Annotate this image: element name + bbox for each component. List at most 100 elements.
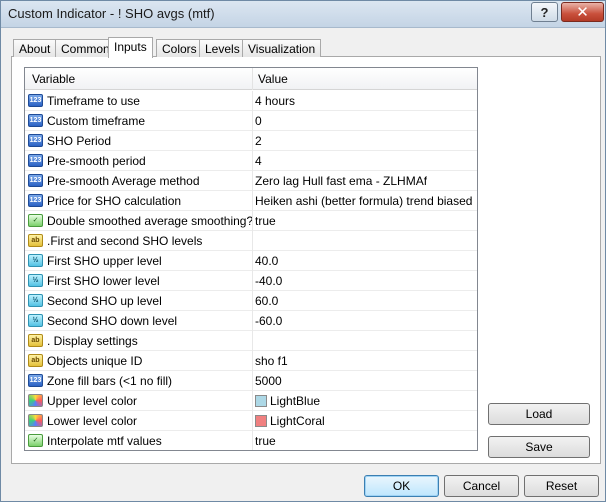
table-row[interactable]: 123 SHO Period 2: [25, 131, 477, 151]
variable-value[interactable]: -40.0: [255, 274, 282, 288]
table-row[interactable]: Lower level color LightCoral: [25, 411, 477, 431]
variable-name: Pre-smooth Average method: [47, 174, 200, 188]
integer-type-icon: 123: [28, 374, 43, 387]
cell-divider: [252, 331, 253, 351]
color-value-label: LightCoral: [270, 414, 325, 428]
cell-divider: [252, 151, 253, 171]
tab-visualization[interactable]: Visualization: [242, 39, 322, 57]
variable-value[interactable]: 60.0: [255, 294, 278, 308]
variable-name: First SHO lower level: [47, 274, 160, 288]
cell-divider: [252, 431, 253, 450]
variable-name: First SHO upper level: [47, 254, 162, 268]
table-row[interactable]: 123 Price for SHO calculation Heiken ashi …: [25, 191, 477, 211]
cell-divider: [252, 231, 253, 251]
table-row[interactable]: ab .First and second SHO levels: [25, 231, 477, 251]
table-row[interactable]: 123 Timeframe to use 4 hours: [25, 91, 477, 111]
close-button[interactable]: ✕: [561, 2, 604, 22]
cell-divider: [252, 91, 253, 111]
title-bar[interactable]: Custom Indicator - ! SHO avgs (mtf) ? ✕: [1, 1, 605, 28]
variable-value[interactable]: Heiken ashi (better formula) trend biase…: [255, 194, 475, 208]
variable-name: Second SHO down level: [47, 314, 178, 328]
color-swatch[interactable]: [255, 395, 267, 407]
table-row[interactable]: ½ Second SHO up level 60.0: [25, 291, 477, 311]
variable-value[interactable]: 2: [255, 134, 262, 148]
table-row[interactable]: ab Objects unique ID sho f1: [25, 351, 477, 371]
boolean-type-icon: ✓: [28, 214, 43, 227]
variable-value[interactable]: 4 hours: [255, 94, 295, 108]
variable-name: Price for SHO calculation: [47, 194, 182, 208]
cell-divider: [252, 111, 253, 131]
ok-button[interactable]: OK: [364, 475, 439, 497]
variable-value[interactable]: LightBlue: [255, 394, 320, 408]
tab-levels[interactable]: Levels: [199, 39, 246, 57]
variable-value[interactable]: true: [255, 214, 276, 228]
table-row[interactable]: 123 Pre-smooth period 4: [25, 151, 477, 171]
double-type-icon: ½: [28, 294, 43, 307]
table-row[interactable]: ab . Display settings: [25, 331, 477, 351]
color-type-icon: [28, 394, 43, 407]
color-type-icon: [28, 414, 43, 427]
integer-type-icon: 123: [28, 154, 43, 167]
table-row[interactable]: ½ First SHO upper level 40.0: [25, 251, 477, 271]
boolean-type-icon: ✓: [28, 434, 43, 447]
grid-header: Variable Value: [25, 68, 477, 90]
variable-value[interactable]: LightCoral: [255, 414, 325, 428]
variable-name: Lower level color: [47, 414, 138, 428]
cell-divider: [252, 251, 253, 271]
table-row[interactable]: ✓ Double smoothed average smoothing? true: [25, 211, 477, 231]
cancel-button[interactable]: Cancel: [444, 475, 519, 497]
variable-value[interactable]: 40.0: [255, 254, 278, 268]
variable-name: Double smoothed average smoothing?: [47, 214, 254, 228]
table-row[interactable]: 123 Zone fill bars (<1 no fill) 5000: [25, 371, 477, 391]
inputs-grid: Variable Value 123 Timeframe to use 4 hour…: [24, 67, 478, 451]
variable-value[interactable]: sho f1: [255, 354, 288, 368]
table-row[interactable]: ✓ Interpolate mtf values true: [25, 431, 477, 450]
table-row[interactable]: ½ First SHO lower level -40.0: [25, 271, 477, 291]
variable-value[interactable]: true: [255, 434, 276, 448]
double-type-icon: ½: [28, 314, 43, 327]
integer-type-icon: 123: [28, 174, 43, 187]
variable-value[interactable]: -60.0: [255, 314, 282, 328]
table-row[interactable]: Upper level color LightBlue: [25, 391, 477, 411]
cell-divider: [252, 191, 253, 211]
variable-name: Timeframe to use: [47, 94, 140, 108]
variable-value[interactable]: 0: [255, 114, 262, 128]
tab-about[interactable]: About: [13, 39, 57, 57]
variable-value[interactable]: Zero lag Hull fast ema - ZLHMAf: [255, 174, 427, 188]
variable-name: Pre-smooth period: [47, 154, 146, 168]
dialog-window: Custom Indicator - ! SHO avgs (mtf) ? ✕ …: [0, 0, 606, 502]
integer-type-icon: 123: [28, 114, 43, 127]
column-header-variable[interactable]: Variable: [32, 72, 75, 86]
cell-divider: [252, 311, 253, 331]
cell-divider: [252, 211, 253, 231]
load-button[interactable]: Load: [488, 403, 590, 425]
cell-divider: [252, 351, 253, 371]
tab-inputs[interactable]: Inputs: [108, 37, 153, 58]
save-button[interactable]: Save: [488, 436, 590, 458]
string-type-icon: ab: [28, 354, 43, 367]
column-header-value[interactable]: Value: [258, 72, 288, 86]
cell-divider: [252, 131, 253, 151]
variable-name: Upper level color: [47, 394, 138, 408]
cell-divider: [252, 371, 253, 391]
variable-name: Custom timeframe: [47, 114, 146, 128]
table-row[interactable]: ½ Second SHO down level -60.0: [25, 311, 477, 331]
integer-type-icon: 123: [28, 94, 43, 107]
variable-name: Objects unique ID: [47, 354, 143, 368]
cell-divider: [252, 171, 253, 191]
cell-divider: [252, 391, 253, 411]
help-button[interactable]: ?: [531, 2, 558, 22]
variable-value[interactable]: 5000: [255, 374, 282, 388]
color-swatch[interactable]: [255, 415, 267, 427]
variable-value[interactable]: 4: [255, 154, 262, 168]
column-divider[interactable]: [252, 68, 253, 90]
string-type-icon: ab: [28, 234, 43, 247]
table-row[interactable]: 123 Custom timeframe 0: [25, 111, 477, 131]
variable-name: . Display settings: [47, 334, 138, 348]
variable-name: Interpolate mtf values: [47, 434, 162, 448]
tab-colors[interactable]: Colors: [156, 39, 203, 57]
tab-common[interactable]: Common: [55, 39, 116, 57]
reset-button[interactable]: Reset: [524, 475, 599, 497]
window-title: Custom Indicator - ! SHO avgs (mtf): [8, 6, 215, 21]
table-row[interactable]: 123 Pre-smooth Average method Zero lag Hul…: [25, 171, 477, 191]
